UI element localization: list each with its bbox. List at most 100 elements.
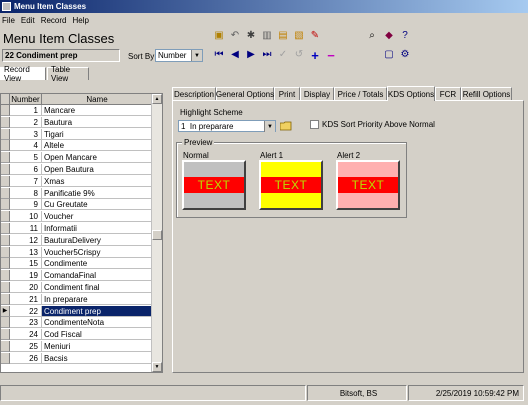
row-selector[interactable] (1, 140, 10, 152)
row-name[interactable]: In preparare (42, 294, 153, 305)
binoculars-icon[interactable]: ⌕ (366, 30, 378, 42)
book-icon[interactable]: ◆ (383, 30, 395, 42)
first-record-icon[interactable]: ⏮ (213, 49, 225, 61)
tab-table-view[interactable]: Table View (47, 65, 89, 83)
undo-icon[interactable]: ↶ (229, 30, 241, 42)
table-row[interactable]: 11 Informatii (1, 223, 153, 234)
row-selector[interactable] (1, 199, 10, 211)
row-selector[interactable] (1, 329, 10, 341)
last-record-icon[interactable]: ⏭ (261, 49, 273, 61)
row-selector[interactable] (1, 352, 10, 364)
table-row[interactable]: ▶ 22 Condiment prep (1, 305, 153, 317)
row-selector[interactable]: ▶ (1, 305, 10, 317)
row-selector[interactable] (1, 128, 10, 140)
chevron-down-icon[interactable]: ▼ (191, 50, 202, 61)
table-row[interactable]: 19 ComandaFinal (1, 270, 153, 282)
tab-price-totals[interactable]: Price / Totals (334, 87, 387, 100)
delete-icon[interactable]: ▥ (261, 30, 273, 42)
row-name[interactable]: Voucher5Crispy (42, 247, 153, 258)
row-number[interactable]: 15 (10, 258, 42, 270)
table-row[interactable]: 15 Condimente (1, 258, 153, 270)
table-row[interactable]: 7 Xmas (1, 175, 153, 187)
row-number[interactable]: 19 (10, 270, 42, 282)
kds-sort-priority-checkbox[interactable] (310, 120, 319, 129)
chevron-down-icon[interactable]: ▼ (264, 121, 275, 132)
column-header-name[interactable]: Name (42, 94, 153, 105)
check-icon[interactable]: ✓ (277, 49, 289, 61)
tab-fcr[interactable]: FCR (435, 87, 461, 100)
tab-kds-options[interactable]: KDS Options (387, 86, 435, 101)
row-selector[interactable] (1, 317, 10, 329)
row-selector[interactable] (1, 187, 10, 199)
row-selector[interactable] (1, 116, 10, 128)
row-name[interactable]: Mancare (42, 105, 153, 116)
table-row[interactable]: 12 BauturaDelivery (1, 234, 153, 246)
previous-record-icon[interactable]: ◀ (229, 49, 241, 61)
highlight-scheme-select[interactable]: 1 In preparare ▼ (178, 120, 276, 132)
row-name[interactable]: CondimenteNota (42, 317, 153, 329)
settings-gear-icon[interactable]: ⚙ (399, 49, 411, 61)
row-name[interactable]: Panificatie 9% (42, 188, 153, 199)
row-selector[interactable] (1, 164, 10, 175)
row-name[interactable]: Condiment final (42, 282, 153, 293)
table-row[interactable]: 21 In preparare (1, 293, 153, 305)
row-name[interactable]: Open Mancare (42, 152, 153, 164)
row-selector[interactable] (1, 341, 10, 352)
row-number[interactable]: 10 (10, 211, 42, 223)
row-name[interactable]: Bautura (42, 117, 153, 128)
scroll-thumb[interactable] (152, 230, 162, 240)
sort-by-select[interactable]: Number ▼ (155, 49, 203, 62)
table-row[interactable]: 10 Voucher (1, 211, 153, 223)
row-number[interactable]: 3 (10, 128, 42, 140)
row-name[interactable]: Cu Greutate (42, 199, 153, 211)
row-name[interactable]: Informatii (42, 223, 153, 234)
row-name[interactable]: Tigari (42, 129, 153, 140)
row-name[interactable]: Condimente (42, 258, 153, 270)
tab-print[interactable]: Print (274, 87, 300, 100)
row-name[interactable]: Xmas (42, 176, 153, 187)
clear-icon[interactable]: ✎ (309, 30, 321, 42)
tab-description[interactable]: Description (172, 87, 216, 100)
folder-icon[interactable] (279, 120, 292, 132)
table-row[interactable]: 4 Altele (1, 140, 153, 152)
row-selector[interactable] (1, 258, 10, 270)
table-row[interactable]: 1 Mancare (1, 105, 153, 116)
row-selector[interactable] (1, 293, 10, 305)
table-row[interactable]: 9 Cu Greutate (1, 199, 153, 211)
tab-refill-options[interactable]: Refill Options (461, 87, 512, 100)
row-number[interactable]: 6 (10, 164, 42, 175)
row-selector[interactable] (1, 282, 10, 293)
row-number[interactable]: 9 (10, 199, 42, 211)
row-number[interactable]: 13 (10, 246, 42, 258)
add-icon[interactable]: + (309, 49, 321, 62)
table-row[interactable]: 2 Bautura (1, 116, 153, 128)
remove-icon[interactable]: − (325, 49, 337, 62)
table-row[interactable]: 20 Condiment final (1, 282, 153, 293)
help-pointer-icon[interactable]: ? (399, 30, 411, 42)
row-selector[interactable] (1, 175, 10, 187)
row-number[interactable]: 8 (10, 187, 42, 199)
row-name[interactable]: Voucher (42, 211, 153, 223)
menu-edit[interactable]: Edit (19, 16, 39, 25)
preview-normal-swatch[interactable]: TEXT (182, 160, 246, 210)
table-row[interactable]: 8 Panificatie 9% (1, 187, 153, 199)
next-record-icon[interactable]: ▶ (245, 49, 257, 61)
row-name[interactable]: BauturaDelivery (42, 235, 153, 246)
menu-file[interactable]: File (0, 16, 19, 25)
window-icon[interactable]: ▢ (383, 49, 395, 61)
revert-icon[interactable]: ↺ (293, 49, 305, 61)
table-row[interactable]: 3 Tigari (1, 128, 153, 140)
table-row[interactable]: 25 Meniuri (1, 341, 153, 352)
row-name[interactable]: Condiment prep (42, 305, 153, 317)
table-row[interactable]: 6 Open Bautura (1, 164, 153, 175)
row-selector[interactable] (1, 223, 10, 234)
new-record-icon[interactable]: ▣ (213, 30, 225, 42)
row-selector[interactable] (1, 211, 10, 223)
tab-record-view[interactable]: Record View (0, 65, 46, 83)
row-number[interactable]: 4 (10, 140, 42, 152)
preview-alert2-swatch[interactable]: TEXT (336, 160, 400, 210)
row-name[interactable]: Meniuri (42, 341, 153, 352)
row-number[interactable]: 20 (10, 282, 42, 293)
row-number[interactable]: 26 (10, 352, 42, 364)
row-number[interactable]: 23 (10, 317, 42, 329)
